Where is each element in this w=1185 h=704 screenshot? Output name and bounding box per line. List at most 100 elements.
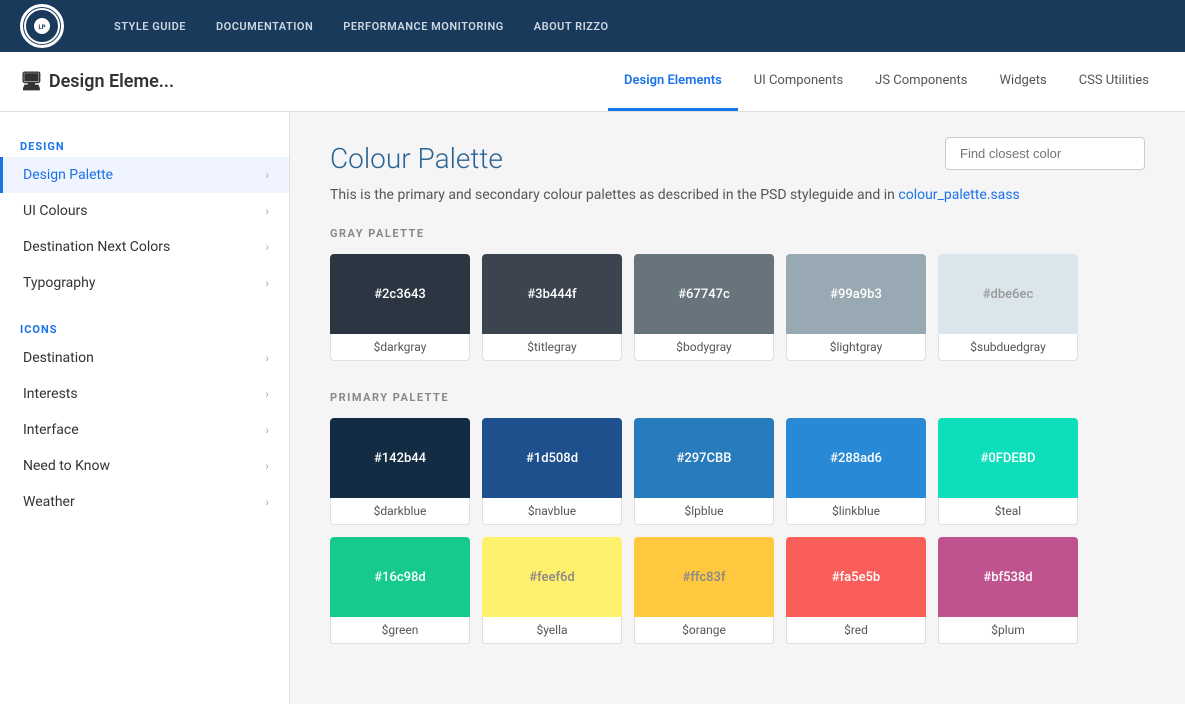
page-description: This is the primary and secondary colour… [330,187,1145,203]
sidebar-item-typography[interactable]: Typography › [0,265,289,301]
sidebar: Design Design Palette › UI Colours › Des… [0,112,290,704]
color-variable-name: $bodygray [634,334,774,361]
color-card: #67747c$bodygray [634,254,774,361]
color-swatch: #1d508d [482,418,622,498]
tab-css-utilities[interactable]: CSS Utilities [1063,52,1165,111]
logo[interactable]: LP [20,4,64,48]
color-card: #288ad6$linkblue [786,418,926,525]
design-elements-icon: 🖥 [20,71,43,92]
sidebar-item-label: Weather [23,494,75,510]
color-variable-name: $subduedgray [938,334,1078,361]
page-description-text: This is the primary and secondary colour… [330,187,895,203]
color-swatch: #142b44 [330,418,470,498]
sidebar-item-interests[interactable]: Interests › [0,376,289,412]
chevron-right-icon: › [265,168,269,182]
color-variable-name: $plum [938,617,1078,644]
color-swatch: #ffc83f [634,537,774,617]
color-variable-name: $yella [482,617,622,644]
color-card: #2c3643$darkgray [330,254,470,361]
sidebar-item-label: Destination [23,350,94,366]
color-card: #99a9b3$lightgray [786,254,926,361]
main-content: Colour Palette This is the primary and s… [290,112,1185,704]
color-variable-name: $lightgray [786,334,926,361]
color-card: #142b44$darkblue [330,418,470,525]
gray-palette-label: Gray Palette [330,227,1145,240]
gray-palette-section: Gray Palette #2c3643$darkgray#3b444f$tit… [330,227,1145,361]
chevron-right-icon: › [265,351,269,365]
sidebar-item-label: UI Colours [23,203,88,219]
sidebar-item-design-palette[interactable]: Design Palette › [0,157,289,193]
color-swatch: #fa5e5b [786,537,926,617]
tab-widgets[interactable]: Widgets [984,52,1063,111]
color-variable-name: $darkblue [330,498,470,525]
top-navigation: LP Style Guide Documentation Performance… [0,0,1185,52]
sub-header-title-text: Design Eleme... [49,71,174,92]
nav-documentation[interactable]: Documentation [216,20,313,33]
color-variable-name: $green [330,617,470,644]
page-breadcrumb: 🖥 Design Eleme... [20,71,174,92]
sidebar-item-interface[interactable]: Interface › [0,412,289,448]
color-variable-name: $titlegray [482,334,622,361]
color-swatch: #67747c [634,254,774,334]
sidebar-item-label: Interests [23,386,78,402]
sidebar-section-icons: Icons [0,315,289,340]
sub-tabs: Design Elements UI Components JS Compone… [608,52,1165,111]
color-variable-name: $teal [938,498,1078,525]
color-swatch: #2c3643 [330,254,470,334]
color-card: #bf538d$plum [938,537,1078,644]
color-variable-name: $linkblue [786,498,926,525]
sidebar-item-label: Design Palette [23,167,113,183]
sidebar-item-label: Destination Next Colors [23,239,170,255]
primary-palette-section: Primary Palette #142b44$darkblue#1d508d$… [330,391,1145,644]
sidebar-item-weather[interactable]: Weather › [0,484,289,520]
color-variable-name: $orange [634,617,774,644]
tab-design-elements[interactable]: Design Elements [608,52,738,111]
chevron-right-icon: › [265,495,269,509]
color-variable-name: $red [786,617,926,644]
find-closest-color-input[interactable] [945,137,1145,170]
color-card: #feef6d$yella [482,537,622,644]
sidebar-item-destination[interactable]: Destination › [0,340,289,376]
color-card: #3b444f$titlegray [482,254,622,361]
chevron-right-icon: › [265,204,269,218]
color-card: #16c98d$green [330,537,470,644]
sidebar-item-need-to-know[interactable]: Need to Know › [0,448,289,484]
chevron-right-icon: › [265,276,269,290]
color-swatch: #3b444f [482,254,622,334]
sidebar-section-design: Design [0,132,289,157]
nav-style-guide[interactable]: Style Guide [114,20,186,33]
color-variable-name: $darkgray [330,334,470,361]
sidebar-item-label: Need to Know [23,458,110,474]
sidebar-item-label: Typography [23,275,95,291]
color-swatch: #16c98d [330,537,470,617]
color-card: #fa5e5b$red [786,537,926,644]
main-layout: Design Design Palette › UI Colours › Des… [0,112,1185,704]
color-variable-name: $navblue [482,498,622,525]
svg-text:LP: LP [38,24,45,31]
color-card: #297CBB$lpblue [634,418,774,525]
color-swatch: #bf538d [938,537,1078,617]
sidebar-item-label: Interface [23,422,79,438]
colour-palette-link[interactable]: colour_palette.sass [898,187,1019,203]
color-swatch: #99a9b3 [786,254,926,334]
chevron-right-icon: › [265,423,269,437]
tab-js-components[interactable]: JS Components [859,52,983,111]
color-variable-name: $lpblue [634,498,774,525]
search-box [945,137,1145,170]
color-swatch: #feef6d [482,537,622,617]
color-swatch: #dbe6ec [938,254,1078,334]
primary-palette-label: Primary Palette [330,391,1145,404]
nav-performance[interactable]: Performance Monitoring [343,20,503,33]
logo-circle: LP [20,4,64,48]
color-card: #dbe6ec$subduedgray [938,254,1078,361]
tab-ui-components[interactable]: UI Components [738,52,859,111]
color-card: #0FDEBD$teal [938,418,1078,525]
color-swatch: #297CBB [634,418,774,498]
sidebar-item-ui-colours[interactable]: UI Colours › [0,193,289,229]
nav-about[interactable]: About Rizzo [534,20,609,33]
chevron-right-icon: › [265,387,269,401]
chevron-right-icon: › [265,459,269,473]
sidebar-item-destination-next-colors[interactable]: Destination Next Colors › [0,229,289,265]
color-card: #ffc83f$orange [634,537,774,644]
color-swatch: #288ad6 [786,418,926,498]
